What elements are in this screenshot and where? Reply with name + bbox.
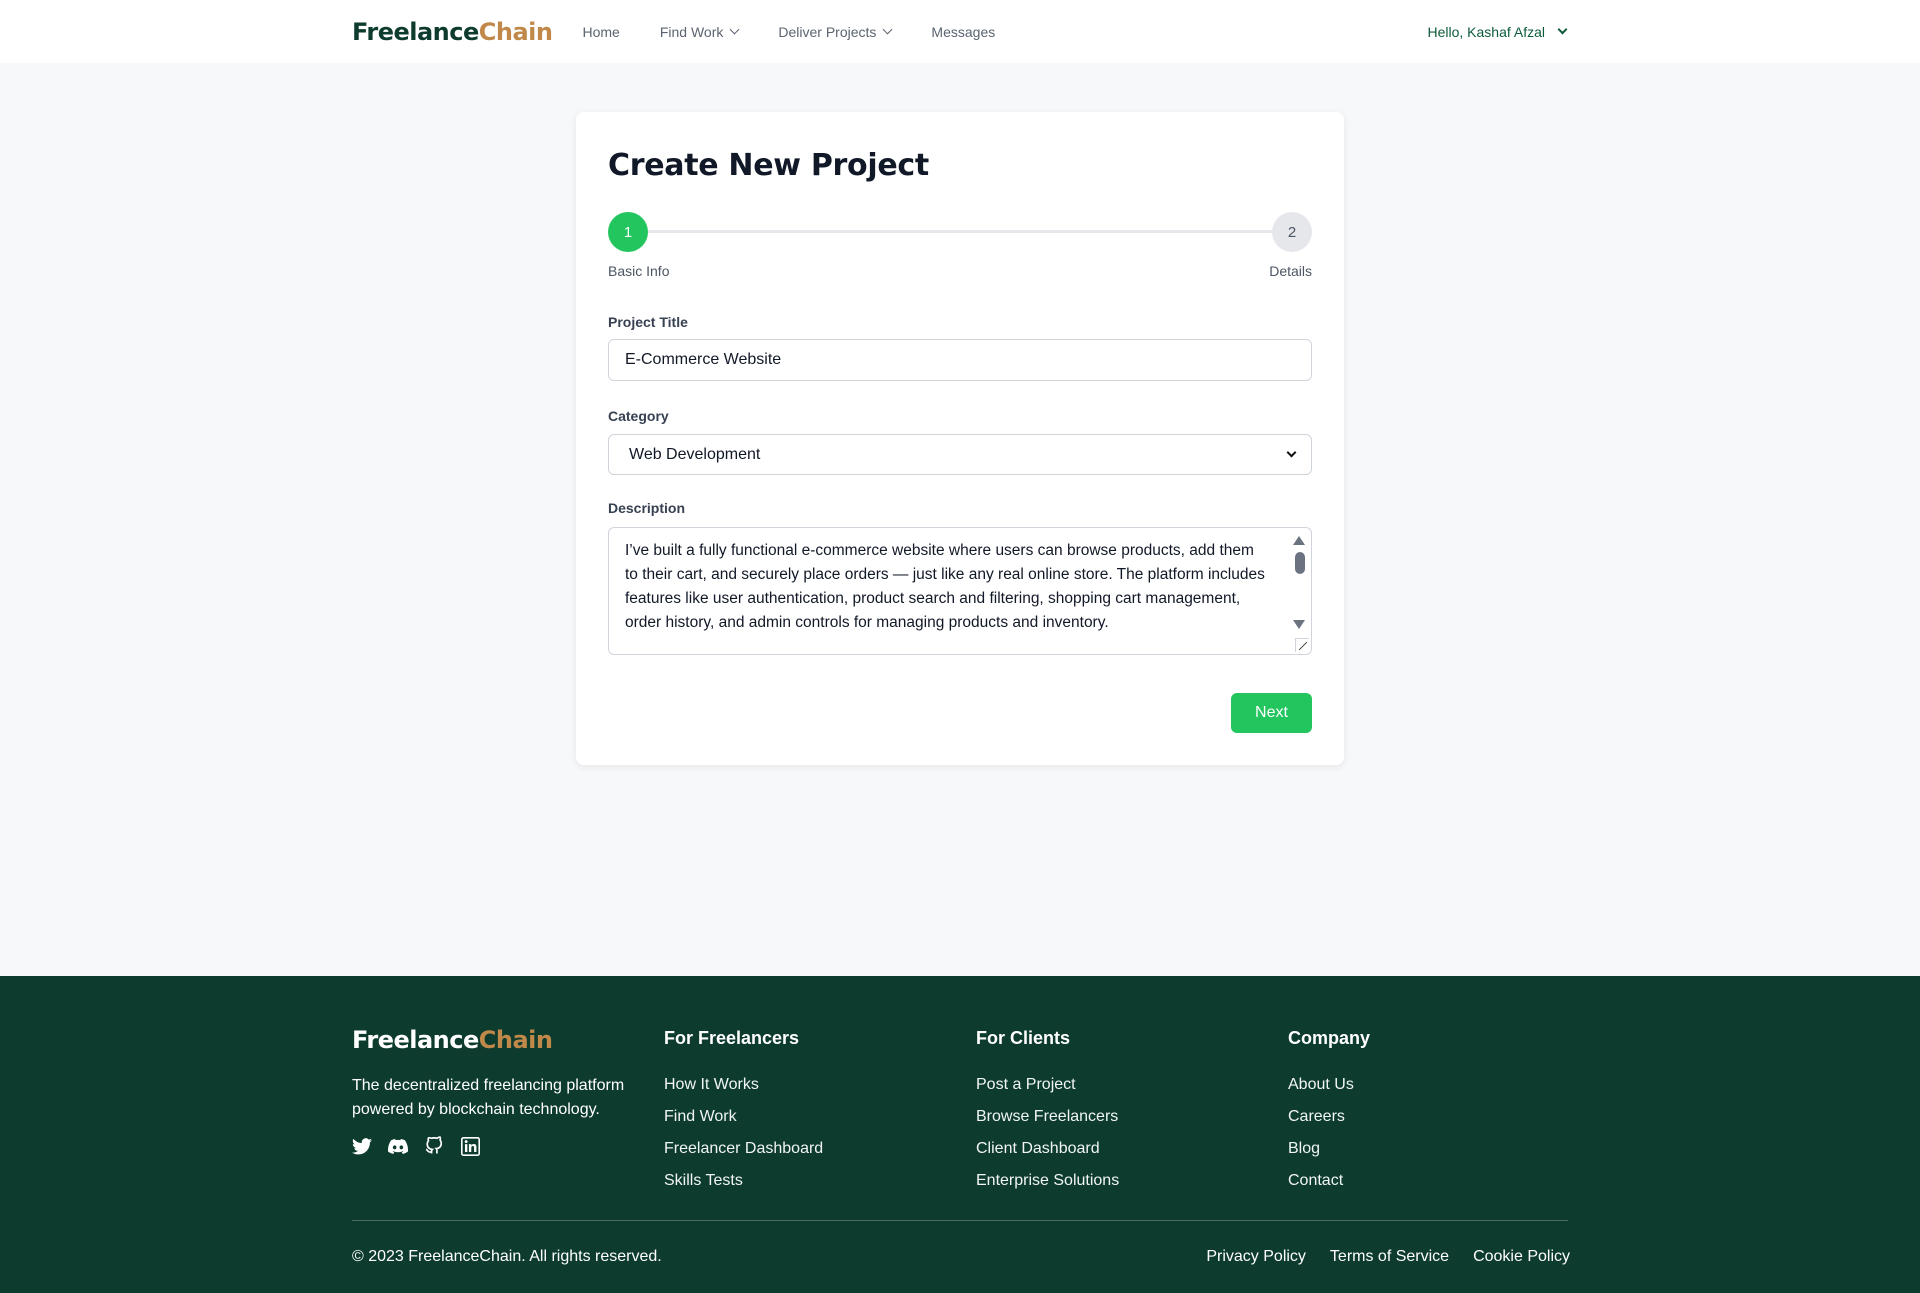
cookie-policy-link[interactable]: Cookie Policy bbox=[1473, 1248, 1570, 1266]
top-navbar: FreelanceChain Home Find Work Deliver Pr… bbox=[0, 0, 1920, 63]
footer-link[interactable]: About Us bbox=[1288, 1069, 1370, 1101]
footer-link[interactable]: How It Works bbox=[664, 1069, 823, 1101]
scroll-down-arrow-icon[interactable] bbox=[1293, 620, 1305, 629]
main-nav: Home Find Work Deliver Projects Messages bbox=[582, 24, 1035, 40]
footer-col-heading: For Freelancers bbox=[664, 1028, 800, 1048]
next-button[interactable]: Next bbox=[1231, 693, 1312, 733]
nav-find-work-label: Find Work bbox=[659, 23, 724, 40]
scrollbar-thumb[interactable] bbox=[1295, 552, 1305, 574]
user-greeting: Hello, Kashaf Afzal bbox=[1427, 23, 1545, 40]
chevron-down-icon bbox=[1557, 24, 1568, 35]
github-icon[interactable] bbox=[424, 1136, 444, 1156]
step-2-indicator: 2 bbox=[1272, 212, 1312, 252]
nav-home[interactable]: Home bbox=[582, 24, 619, 40]
legal-links: Privacy Policy Terms of Service Cookie P… bbox=[1182, 1248, 1570, 1266]
footer-link[interactable]: Client Dashboard bbox=[976, 1133, 1119, 1165]
footer-link[interactable]: Skills Tests bbox=[664, 1165, 823, 1197]
scroll-up-arrow-icon[interactable] bbox=[1293, 536, 1305, 545]
nav-messages[interactable]: Messages bbox=[931, 24, 995, 40]
social-links bbox=[352, 1136, 496, 1156]
footer-link[interactable]: Careers bbox=[1288, 1101, 1370, 1133]
logo[interactable]: FreelanceChain bbox=[352, 17, 553, 46]
footer-tagline: The decentralized freelancing platform p… bbox=[352, 1077, 625, 1118]
category-value: Web Development bbox=[629, 445, 761, 463]
footer-col-company: Company About Us Careers Blog Contact bbox=[1288, 1028, 1370, 1197]
project-title-input[interactable]: E-Commerce Website bbox=[608, 339, 1312, 381]
category-select[interactable]: Web Development bbox=[608, 434, 1312, 475]
copyright-text: © 2023 FreelanceChain. All rights reserv… bbox=[352, 1248, 662, 1265]
nav-deliver-projects[interactable]: Deliver Projects bbox=[778, 23, 893, 40]
project-title-value: E-Commerce Website bbox=[625, 351, 782, 368]
category-label: Category bbox=[608, 408, 669, 424]
footer-logo-text-accent: Chain bbox=[478, 1026, 553, 1054]
page-title: Create New Project bbox=[608, 148, 929, 183]
privacy-policy-link[interactable]: Privacy Policy bbox=[1206, 1248, 1306, 1266]
footer-link[interactable]: Contact bbox=[1288, 1165, 1370, 1197]
logo-text-accent: Chain bbox=[478, 17, 553, 46]
chevron-down-icon bbox=[882, 24, 893, 35]
logo-text-primary: Freelance bbox=[352, 17, 479, 46]
footer-link[interactable]: Post a Project bbox=[976, 1069, 1119, 1101]
nav-messages-label: Messages bbox=[931, 23, 996, 40]
description-textarea[interactable]: I’ve built a fully functional e-commerce… bbox=[608, 527, 1312, 655]
user-menu[interactable]: Hello, Kashaf Afzal bbox=[1427, 23, 1568, 40]
terms-of-service-link[interactable]: Terms of Service bbox=[1330, 1248, 1449, 1266]
twitter-icon[interactable] bbox=[352, 1136, 372, 1156]
footer-col-heading: Company bbox=[1288, 1028, 1371, 1048]
step-2-label: Details bbox=[1269, 263, 1312, 279]
footer-col-freelancers: For Freelancers How It Works Find Work F… bbox=[664, 1028, 823, 1197]
step-1-indicator: 1 bbox=[608, 212, 648, 252]
chevron-down-icon bbox=[1286, 447, 1297, 458]
footer-logo[interactable]: FreelanceChain bbox=[352, 1026, 553, 1054]
resize-handle[interactable] bbox=[1295, 638, 1309, 652]
linkedin-icon[interactable] bbox=[460, 1136, 480, 1156]
nav-find-work[interactable]: Find Work bbox=[659, 23, 740, 40]
chevron-down-icon bbox=[729, 24, 740, 35]
footer-link[interactable]: Browse Freelancers bbox=[976, 1101, 1119, 1133]
footer: FreelanceChain The decentralized freelan… bbox=[0, 976, 1920, 1293]
footer-divider bbox=[352, 1220, 1568, 1221]
footer-link[interactable]: Find Work bbox=[664, 1101, 823, 1133]
stepper-track bbox=[648, 230, 1272, 233]
create-project-card: Create New Project 1 2 Basic Info Detail… bbox=[576, 112, 1344, 765]
footer-link[interactable]: Blog bbox=[1288, 1133, 1370, 1165]
nav-home-label: Home bbox=[582, 23, 620, 40]
footer-col-clients: For Clients Post a Project Browse Freela… bbox=[976, 1028, 1119, 1197]
step-1-label: Basic Info bbox=[608, 263, 670, 279]
description-value: I’ve built a fully functional e-commerce… bbox=[625, 542, 1265, 631]
footer-link[interactable]: Enterprise Solutions bbox=[976, 1165, 1119, 1197]
footer-col-heading: For Clients bbox=[976, 1028, 1071, 1048]
footer-link[interactable]: Freelancer Dashboard bbox=[664, 1133, 823, 1165]
nav-deliver-projects-label: Deliver Projects bbox=[778, 23, 877, 40]
footer-logo-text-primary: Freelance bbox=[352, 1026, 479, 1054]
discord-icon[interactable] bbox=[388, 1136, 408, 1156]
project-title-label: Project Title bbox=[608, 314, 688, 330]
description-label: Description bbox=[608, 500, 686, 516]
